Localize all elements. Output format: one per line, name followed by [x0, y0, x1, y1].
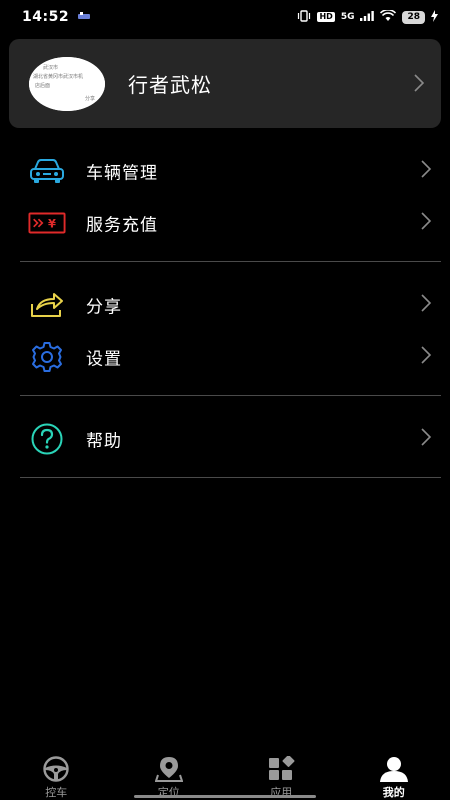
menu-item-share[interactable]: 分享 [0, 279, 450, 331]
ticket-icon: ¥ [28, 208, 66, 238]
vibrate-icon [297, 9, 311, 25]
battery-level: 28 [402, 10, 425, 24]
signal-icon [360, 10, 375, 24]
wifi-icon [380, 8, 397, 25]
status-right: HD 5G 28 [297, 8, 438, 25]
chevron-right-icon [420, 211, 432, 235]
menu-item-vehicle[interactable]: 车辆管理 [0, 145, 450, 197]
status-time: 14:52 [22, 9, 70, 25]
divider [20, 395, 441, 396]
location-pin-icon [154, 756, 184, 782]
menu-item-settings[interactable]: 设置 [0, 331, 450, 383]
chevron-right-icon [420, 293, 432, 317]
menu-label-share: 分享 [86, 297, 122, 318]
network-type: 5G [340, 12, 355, 22]
status-bar: 14:52 HD 5G 28 [0, 0, 450, 34]
profile-card[interactable]: 武汉市 湖北省黄冈市武汉市机 店后面 分享 行者武松 [9, 39, 441, 128]
question-icon [28, 423, 66, 455]
tab-label: 我的 [382, 786, 405, 799]
menu-item-help[interactable]: 帮助 [0, 413, 450, 465]
chevron-right-icon [420, 159, 432, 183]
notification-icon [77, 9, 91, 25]
chevron-right-icon [420, 345, 432, 369]
tab-mine[interactable]: 我的 [338, 748, 450, 800]
share-icon [28, 290, 66, 320]
steering-wheel-icon [41, 756, 71, 782]
tab-label: 控车 [45, 786, 68, 799]
avatar-line-1: 武汉市 [43, 64, 58, 71]
tab-apps[interactable]: 应用 [225, 748, 338, 800]
divider [20, 477, 441, 478]
apps-grid-icon [266, 756, 296, 782]
avatar[interactable]: 武汉市 湖北省黄冈市武汉市机 店后面 分享 [29, 57, 105, 111]
menu-item-recharge[interactable]: ¥ 服务充值 [0, 197, 450, 249]
avatar-line-3: 店后面 [35, 82, 50, 89]
bottom-nav: 控车 定位 应用 我的 [0, 748, 450, 800]
profile-name: 行者武松 [128, 73, 212, 97]
gear-icon [28, 342, 66, 372]
avatar-line-4: 分享 [85, 95, 95, 102]
menu-label-settings: 设置 [86, 349, 122, 370]
menu-label-help: 帮助 [86, 431, 122, 452]
chevron-right-icon [420, 427, 432, 451]
hd-badge: HD [317, 12, 335, 22]
menu-label-vehicle: 车辆管理 [86, 163, 158, 184]
tab-location[interactable]: 定位 [113, 748, 226, 800]
car-icon [28, 156, 66, 186]
divider [20, 261, 441, 262]
svg-text:¥: ¥ [48, 216, 56, 230]
chevron-right-icon [413, 73, 425, 97]
home-indicator[interactable] [134, 795, 316, 798]
tab-control[interactable]: 控车 [0, 748, 113, 800]
menu-label-recharge: 服务充值 [86, 215, 158, 236]
avatar-line-2: 湖北省黄冈市武汉市机 [33, 73, 83, 80]
user-icon [379, 756, 409, 782]
charging-icon [431, 9, 438, 25]
status-left: 14:52 [22, 9, 91, 25]
